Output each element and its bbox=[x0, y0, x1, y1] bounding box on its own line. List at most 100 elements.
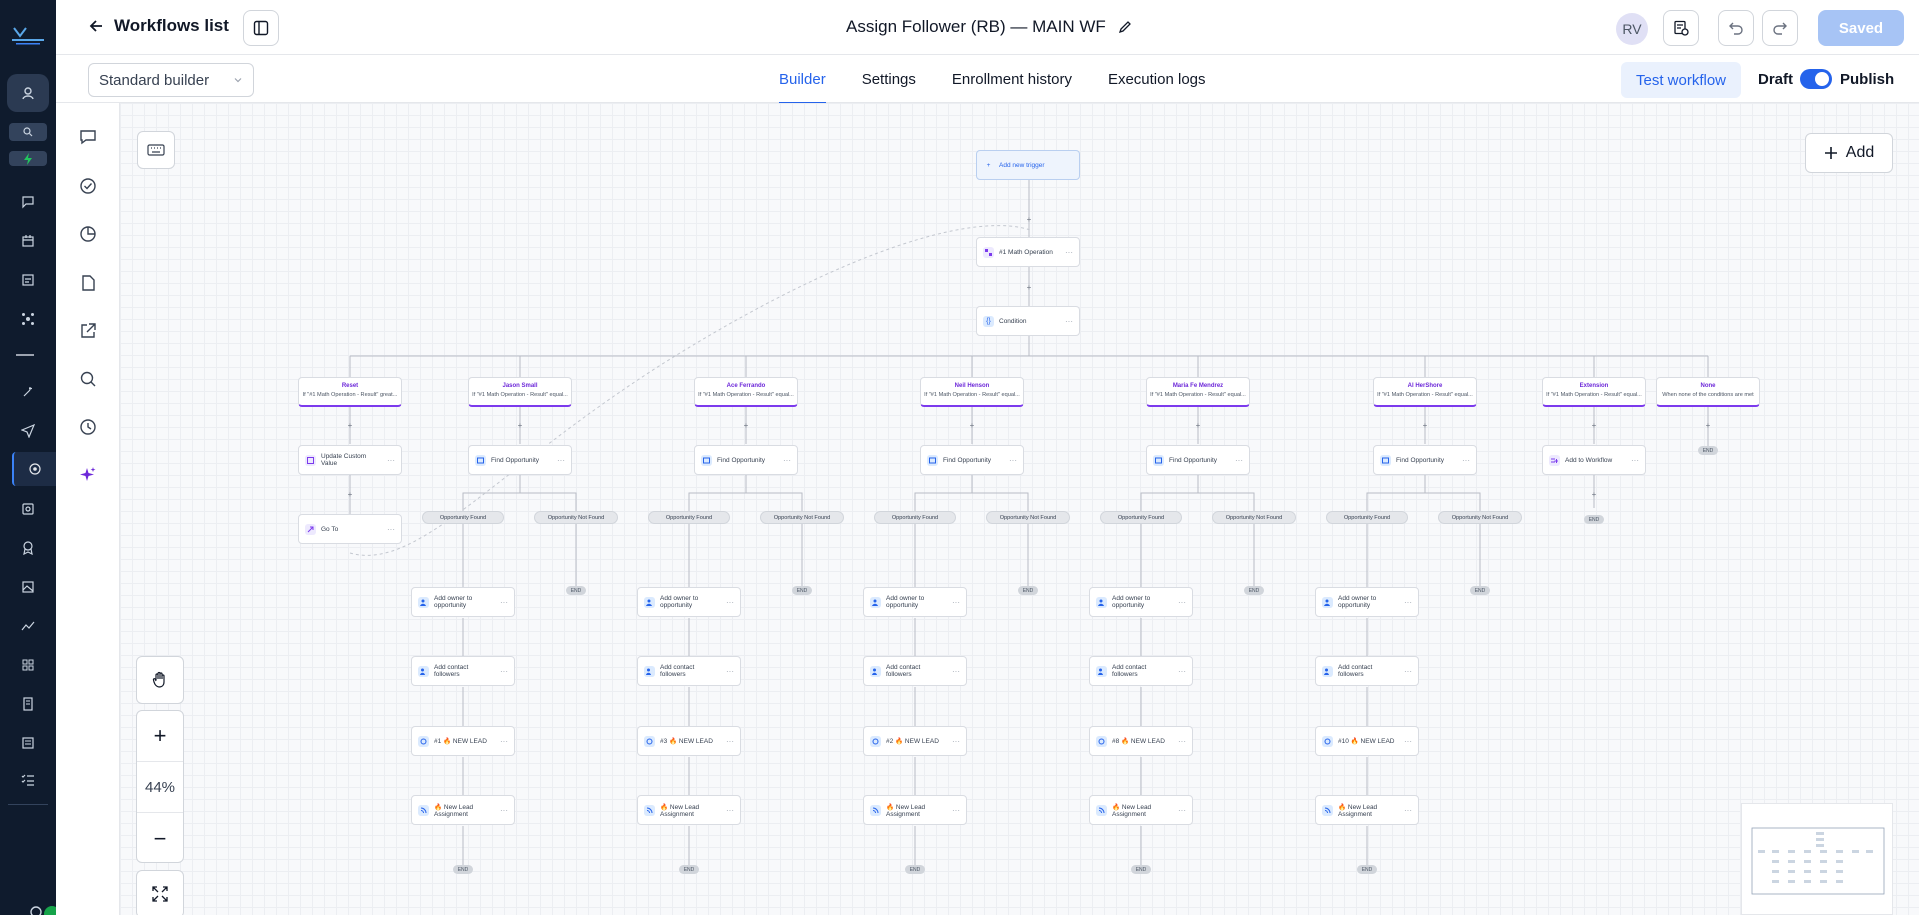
more-icon[interactable]: ··· bbox=[1404, 737, 1412, 746]
more-icon[interactable]: ··· bbox=[1631, 456, 1639, 465]
test-workflow-button[interactable]: Test workflow bbox=[1621, 62, 1741, 98]
zoom-out-button[interactable]: − bbox=[137, 813, 183, 864]
more-icon[interactable]: ··· bbox=[1009, 456, 1017, 465]
add-owner-node[interactable]: Add owner to opportunity ··· bbox=[411, 587, 515, 617]
nav-forms[interactable] bbox=[18, 733, 38, 753]
more-icon[interactable]: ··· bbox=[500, 598, 508, 607]
rail-stats[interactable] bbox=[76, 222, 100, 246]
find-opportunity-node[interactable]: Find Opportunity ··· bbox=[468, 445, 572, 475]
add-step-plus[interactable]: + bbox=[1704, 422, 1712, 430]
find-opportunity-node[interactable]: Find Opportunity ··· bbox=[1146, 445, 1250, 475]
condition-node[interactable]: {} Condition ··· bbox=[976, 306, 1080, 336]
more-icon[interactable]: ··· bbox=[1404, 598, 1412, 607]
math-operation-node[interactable]: #1 Math Operation ··· bbox=[976, 237, 1080, 267]
nav-tasks[interactable] bbox=[18, 770, 38, 790]
add-step-plus[interactable]: + bbox=[968, 422, 976, 430]
nav-apps[interactable] bbox=[18, 655, 38, 675]
add-owner-node[interactable]: Add owner to opportunity ··· bbox=[863, 587, 967, 617]
branch-extension[interactable]: Extension If "#1 Math Operation - Result… bbox=[1542, 377, 1646, 407]
rail-ai-assist[interactable] bbox=[76, 463, 100, 487]
new-lead-node[interactable]: #8 🔥 NEW LEAD ··· bbox=[1089, 726, 1193, 756]
more-icon[interactable]: ··· bbox=[1065, 317, 1073, 326]
more-icon[interactable]: ··· bbox=[783, 456, 791, 465]
more-icon[interactable]: ··· bbox=[1178, 806, 1186, 815]
more-icon[interactable]: ··· bbox=[1235, 456, 1243, 465]
more-icon[interactable]: ··· bbox=[500, 806, 508, 815]
opportunity-not-found-pill[interactable]: Opportunity Not Found bbox=[760, 511, 844, 524]
branch-ace-ferrando[interactable]: Ace Ferrando If "#1 Math Operation - Res… bbox=[694, 377, 798, 407]
lead-assignment-node[interactable]: 🔥 New Lead Assignment ··· bbox=[1315, 795, 1419, 825]
opportunity-not-found-pill[interactable]: Opportunity Not Found bbox=[986, 511, 1070, 524]
quick-search-button[interactable] bbox=[9, 123, 47, 141]
opportunity-not-found-pill[interactable]: Opportunity Not Found bbox=[1212, 511, 1296, 524]
more-icon[interactable]: ··· bbox=[1404, 806, 1412, 815]
nav-calendar[interactable] bbox=[18, 231, 38, 251]
add-step-plus[interactable]: + bbox=[1590, 491, 1598, 499]
find-opportunity-node[interactable]: Find Opportunity ··· bbox=[920, 445, 1024, 475]
new-lead-node[interactable]: #3 🔥 NEW LEAD ··· bbox=[637, 726, 741, 756]
tab-builder[interactable]: Builder bbox=[761, 55, 844, 104]
add-trigger-node[interactable]: + Add new trigger bbox=[976, 150, 1080, 180]
user-avatar[interactable]: RV bbox=[1616, 13, 1648, 45]
more-icon[interactable]: ··· bbox=[1178, 667, 1186, 676]
nav-memberships[interactable] bbox=[18, 538, 38, 558]
opportunity-found-pill[interactable]: Opportunity Found bbox=[422, 511, 504, 524]
rail-comments[interactable] bbox=[76, 125, 100, 149]
nav-automation[interactable] bbox=[12, 452, 56, 486]
branch-none[interactable]: None When none of the conditions are met bbox=[1656, 377, 1760, 407]
add-step-plus[interactable]: + bbox=[1025, 284, 1033, 292]
add-owner-node[interactable]: Add owner to opportunity ··· bbox=[1315, 587, 1419, 617]
opportunity-found-pill[interactable]: Opportunity Found bbox=[1100, 511, 1182, 524]
back-to-workflows-link[interactable]: Workflows list bbox=[88, 16, 229, 36]
more-icon[interactable]: ··· bbox=[726, 598, 734, 607]
nav-sites[interactable] bbox=[18, 499, 38, 519]
new-lead-node[interactable]: #2 🔥 NEW LEAD ··· bbox=[863, 726, 967, 756]
nav-opportunities[interactable] bbox=[18, 309, 38, 329]
undo-button[interactable] bbox=[1718, 10, 1754, 46]
tab-settings[interactable]: Settings bbox=[844, 55, 934, 103]
nav-payments[interactable] bbox=[18, 694, 38, 714]
rail-notes[interactable] bbox=[76, 271, 100, 295]
more-icon[interactable]: ··· bbox=[1462, 456, 1470, 465]
zoom-in-button[interactable]: + bbox=[137, 711, 183, 762]
more-icon[interactable]: ··· bbox=[952, 737, 960, 746]
lead-assignment-node[interactable]: 🔥 New Lead Assignment ··· bbox=[1089, 795, 1193, 825]
add-step-plus[interactable]: + bbox=[1590, 422, 1598, 430]
more-icon[interactable]: ··· bbox=[500, 737, 508, 746]
fit-view-button[interactable] bbox=[136, 870, 184, 915]
lead-assignment-node[interactable]: 🔥 New Lead Assignment ··· bbox=[411, 795, 515, 825]
pencil-icon[interactable] bbox=[1118, 20, 1132, 34]
opportunity-found-pill[interactable]: Opportunity Found bbox=[1326, 511, 1408, 524]
more-icon[interactable]: ··· bbox=[1065, 248, 1073, 257]
rail-history[interactable] bbox=[76, 415, 100, 439]
pan-tool-button[interactable] bbox=[136, 656, 184, 704]
add-followers-node[interactable]: Add contact followers ··· bbox=[1315, 656, 1419, 686]
tab-enrollment-history[interactable]: Enrollment history bbox=[934, 55, 1090, 103]
add-followers-node[interactable]: Add contact followers ··· bbox=[411, 656, 515, 686]
add-owner-node[interactable]: Add owner to opportunity ··· bbox=[1089, 587, 1193, 617]
nav-reporting[interactable] bbox=[18, 616, 38, 636]
add-step-plus[interactable]: + bbox=[1025, 216, 1033, 224]
more-icon[interactable]: ··· bbox=[1178, 598, 1186, 607]
branch-jason-small[interactable]: Jason Small If "#1 Math Operation - Resu… bbox=[468, 377, 572, 407]
add-step-plus[interactable]: + bbox=[516, 422, 524, 430]
go-to-node[interactable]: Go To ··· bbox=[298, 514, 402, 544]
branch-maria-fe-mendrez[interactable]: Maria Fe Mendrez If "#1 Math Operation -… bbox=[1146, 377, 1250, 407]
find-opportunity-node[interactable]: Find Opportunity ··· bbox=[1373, 445, 1477, 475]
more-icon[interactable]: ··· bbox=[387, 525, 395, 534]
opportunity-not-found-pill[interactable]: Opportunity Not Found bbox=[534, 511, 618, 524]
add-to-workflow-node[interactable]: Add to Workflow ··· bbox=[1542, 445, 1646, 475]
lead-assignment-node[interactable]: 🔥 New Lead Assignment ··· bbox=[637, 795, 741, 825]
more-icon[interactable]: ··· bbox=[1404, 667, 1412, 676]
branch-al-hershore[interactable]: Al HerShore If "#1 Math Operation - Resu… bbox=[1373, 377, 1477, 407]
add-followers-node[interactable]: Add contact followers ··· bbox=[863, 656, 967, 686]
more-icon[interactable]: ··· bbox=[557, 456, 565, 465]
publish-toggle[interactable] bbox=[1800, 69, 1832, 89]
opportunity-found-pill[interactable]: Opportunity Found bbox=[648, 511, 730, 524]
redo-button[interactable] bbox=[1762, 10, 1798, 46]
toggle-panel-button[interactable] bbox=[243, 10, 279, 46]
add-step-plus[interactable]: + bbox=[1194, 422, 1202, 430]
add-followers-node[interactable]: Add contact followers ··· bbox=[637, 656, 741, 686]
account-switcher-button[interactable] bbox=[7, 74, 49, 112]
more-icon[interactable]: ··· bbox=[726, 667, 734, 676]
